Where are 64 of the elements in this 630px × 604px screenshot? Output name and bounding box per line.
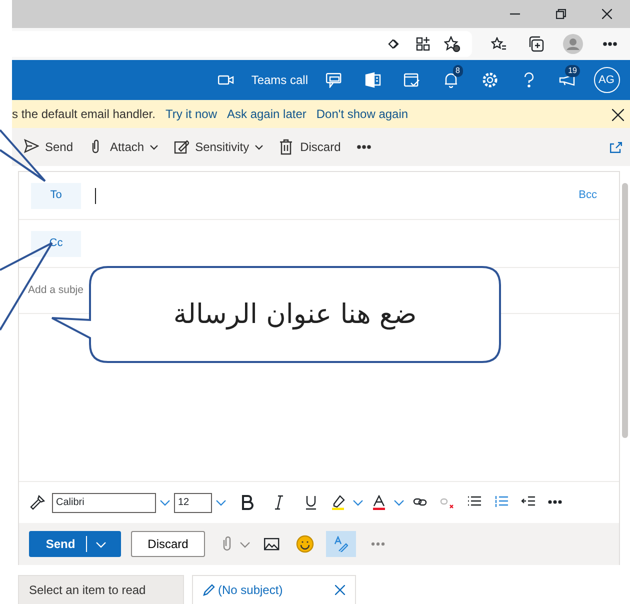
more-icon[interactable] — [602, 42, 616, 46]
chevron-down-icon — [160, 500, 170, 506]
subject-field[interactable]: Add a subje — [28, 282, 86, 298]
teams-call-button[interactable]: Teams call — [245, 60, 314, 100]
collections-icon[interactable] — [528, 36, 544, 52]
image-icon[interactable] — [264, 538, 280, 550]
draft-tab[interactable]: (No subject) — [192, 575, 356, 604]
close-icon — [335, 585, 345, 595]
close-icon[interactable] — [612, 108, 624, 121]
notification-count: 8 — [452, 65, 463, 77]
underline-icon[interactable] — [304, 495, 318, 510]
chevron-down-icon — [394, 500, 404, 506]
close-icon[interactable] — [602, 9, 612, 19]
discard-button[interactable]: Discard — [131, 531, 205, 557]
paperclip-icon[interactable] — [222, 536, 232, 552]
highlighter-icon[interactable] — [330, 495, 344, 510]
font-color-icon[interactable] — [372, 495, 386, 510]
favorites-icon[interactable] — [490, 37, 506, 51]
infobar-message: s the default email handler. — [12, 106, 156, 123]
sensitivity-icon — [174, 139, 190, 155]
profile-icon[interactable] — [562, 34, 582, 54]
editor-icon — [334, 536, 348, 552]
send-button[interactable]: Send — [16, 134, 82, 160]
apps-icon[interactable] — [416, 37, 430, 51]
emoji-icon[interactable] — [296, 535, 314, 553]
office-icon[interactable] — [364, 72, 380, 88]
chat-icon[interactable] — [326, 72, 342, 88]
whats-new-count: 19 — [565, 65, 580, 77]
avatar[interactable]: AG — [594, 67, 620, 93]
help-icon[interactable] — [524, 72, 534, 88]
editor-button[interactable] — [326, 531, 356, 557]
discard-button[interactable]: Discard — [271, 134, 349, 160]
to-button[interactable]: To — [31, 182, 81, 208]
reading-tab[interactable]: Select an item to read — [18, 575, 184, 604]
chevron-down-icon — [96, 542, 106, 548]
font-field[interactable]: Calibri — [52, 492, 156, 512]
callout-text: ضع هنا عنوان الرسالة — [172, 298, 418, 332]
infobar-link[interactable]: Ask again later — [227, 105, 306, 123]
font-size-field[interactable]: 12 — [174, 492, 212, 512]
bold-icon[interactable] — [240, 495, 254, 510]
attach-button[interactable]: Attach — [81, 134, 166, 160]
chevron-down-icon — [216, 500, 226, 506]
chevron-down-icon — [353, 500, 363, 506]
chevron-down-icon — [240, 542, 250, 548]
add-favorite-icon[interactable] — [444, 36, 460, 52]
bell-icon[interactable] — [444, 72, 458, 88]
scrollbar[interactable] — [622, 183, 628, 438]
calendar-check-icon[interactable] — [404, 72, 420, 88]
send-icon — [24, 139, 39, 155]
video-icon — [218, 75, 234, 85]
numbering-icon[interactable] — [494, 495, 508, 510]
megaphone-icon[interactable] — [558, 74, 576, 86]
bcc-link[interactable]: Bcc — [572, 186, 603, 205]
pop-out-icon[interactable] — [610, 142, 622, 154]
infobar-link[interactable]: Try it now — [165, 105, 217, 123]
sensitivity-button[interactable]: Sensitivity — [166, 134, 272, 160]
send-button[interactable]: Send — [29, 531, 121, 557]
trash-icon — [279, 139, 294, 155]
infobar-link[interactable]: Don't show again — [316, 105, 408, 123]
text-cursor — [95, 188, 96, 204]
settings-icon[interactable] — [482, 72, 498, 88]
pencil-icon — [203, 584, 215, 596]
more-icon[interactable] — [356, 145, 371, 149]
restore-icon[interactable] — [556, 9, 566, 19]
